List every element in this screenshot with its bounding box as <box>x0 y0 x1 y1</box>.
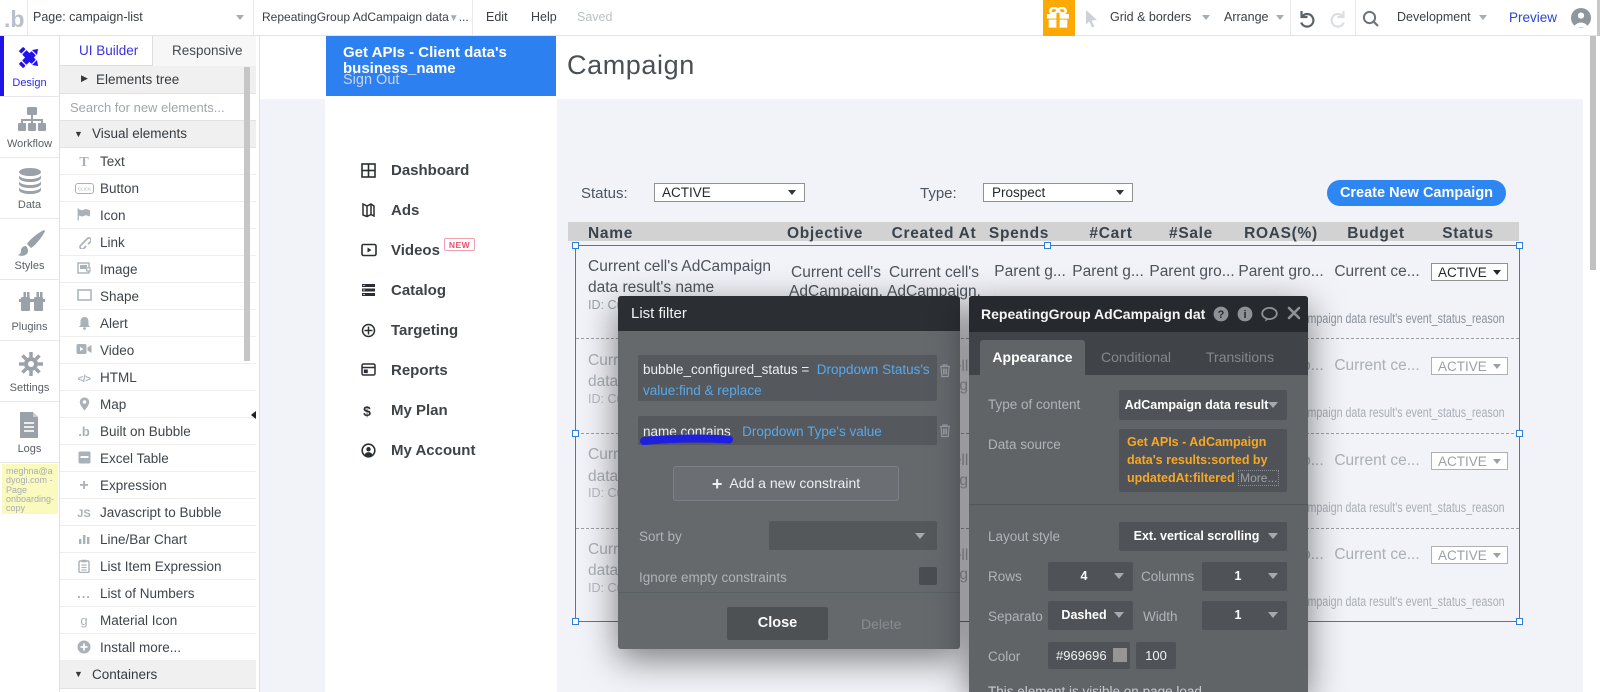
svg-text:?: ? <box>1218 309 1225 321</box>
svg-text:CLICK: CLICK <box>77 187 90 192</box>
svg-text:i: i <box>1243 309 1246 321</box>
svg-text:$: $ <box>363 403 371 419</box>
